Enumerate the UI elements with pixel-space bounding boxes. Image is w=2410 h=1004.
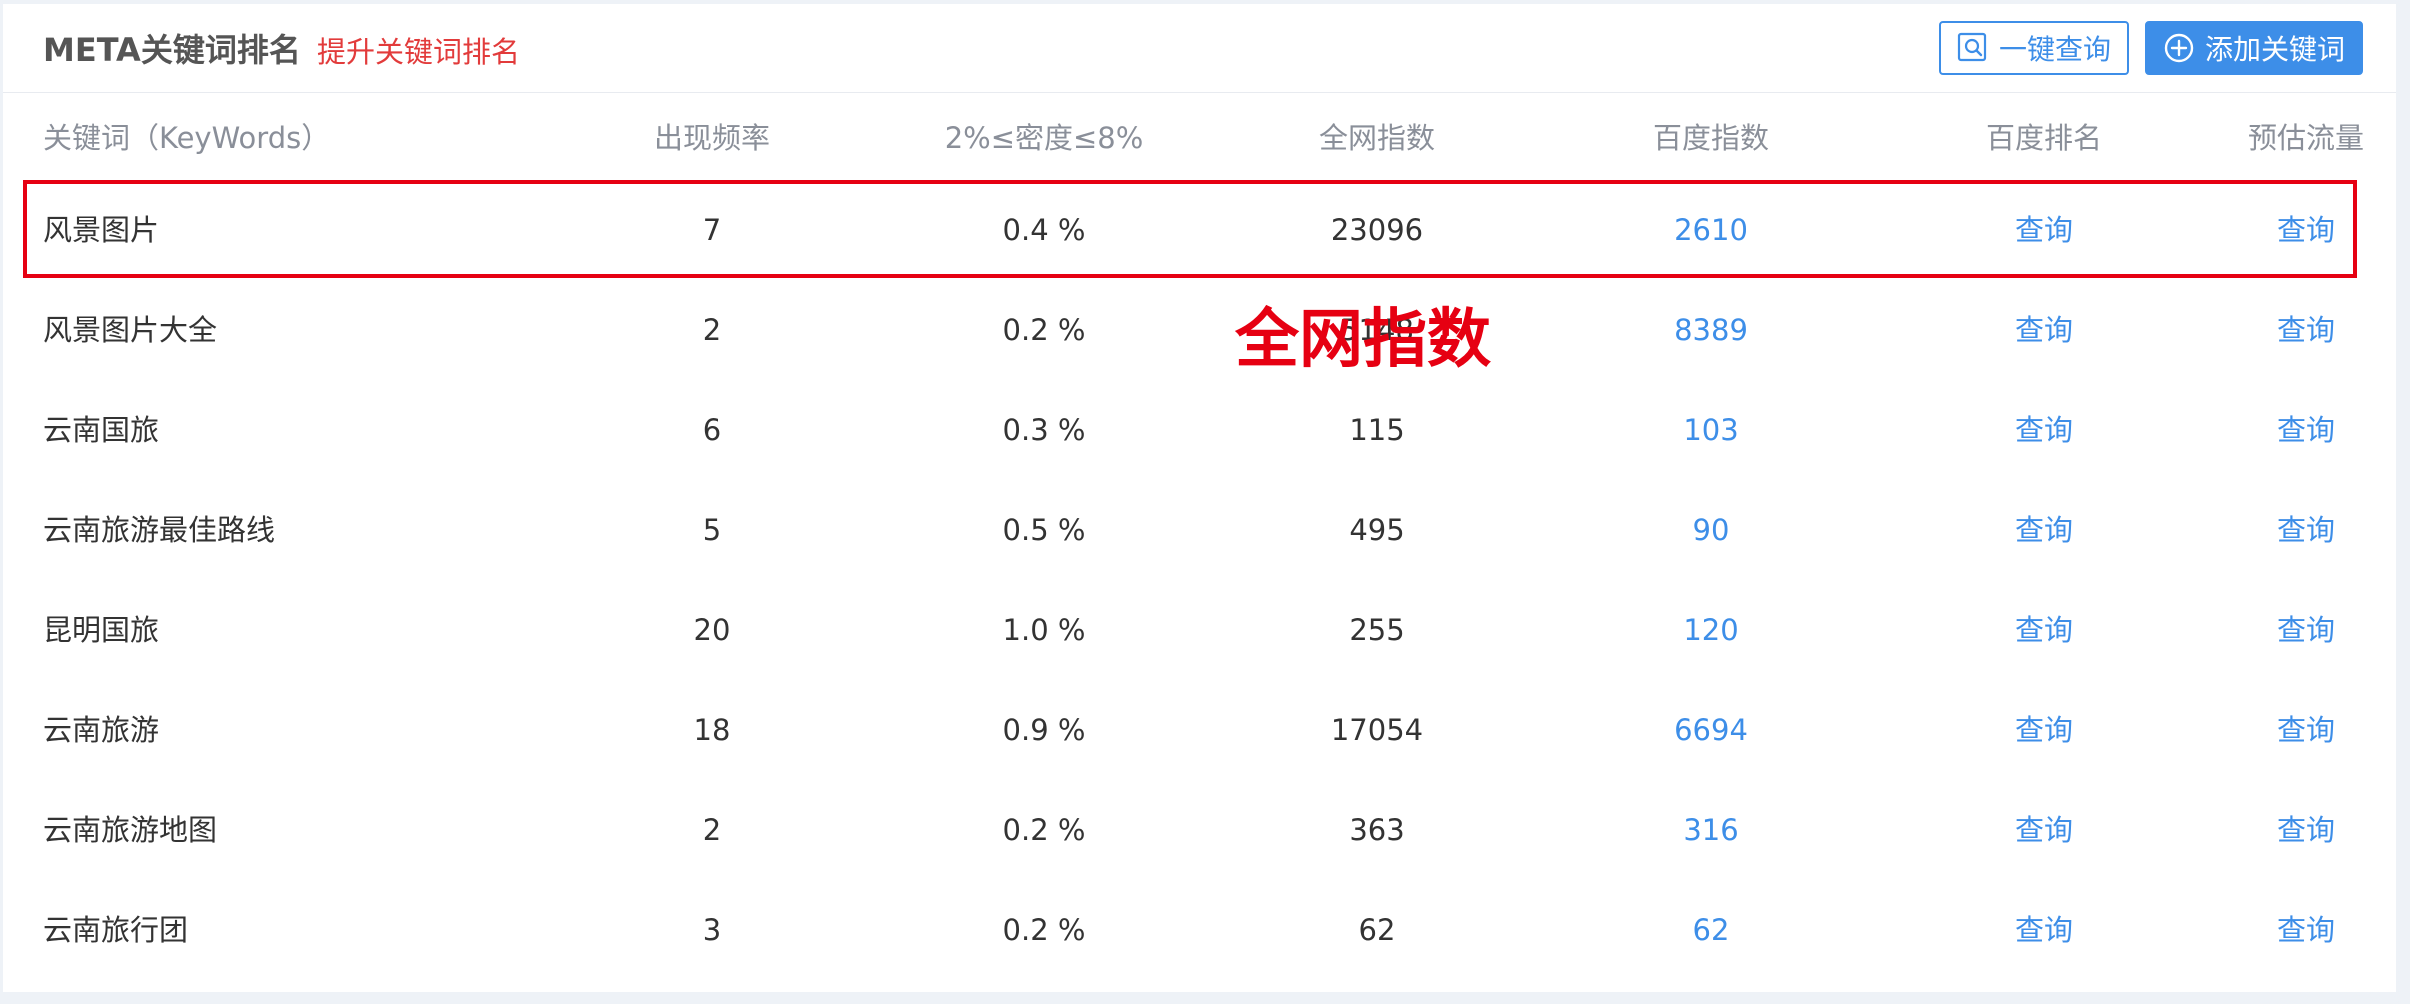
table-row: 昆明国旅 20 1.0 % 255 120 查询 查询 bbox=[3, 580, 2396, 680]
frequency-cell: 3 bbox=[702, 913, 722, 947]
net-index-cell: 62 bbox=[1358, 913, 1396, 947]
traffic-query-link[interactable]: 查询 bbox=[2206, 780, 2406, 880]
keyword-cell: 风景图片 bbox=[43, 213, 160, 247]
keyword-cell: 云南旅行团 bbox=[43, 913, 189, 947]
baidu-rank-query-link[interactable]: 查询 bbox=[1944, 480, 2144, 580]
keyword-cell: 云南旅游最佳路线 bbox=[43, 513, 276, 547]
frequency-cell: 5 bbox=[702, 513, 722, 547]
annotation-label: 全网指数 bbox=[1235, 303, 1491, 377]
improve-ranking-link[interactable]: 提升关键词排名 bbox=[317, 30, 520, 74]
density-cell: 0.2 % bbox=[1002, 913, 1086, 947]
baidu-rank-query-link[interactable]: 查询 bbox=[1944, 880, 2144, 980]
frequency-cell: 2 bbox=[702, 813, 722, 847]
traffic-query-link[interactable]: 查询 bbox=[2206, 880, 2406, 980]
traffic-query-link[interactable]: 查询 bbox=[2206, 580, 2406, 680]
add-keyword-label: 添加关键词 bbox=[2204, 33, 2345, 66]
column-header-baidu-rank: 百度排名 bbox=[1985, 121, 2102, 155]
net-index-cell: 115 bbox=[1349, 413, 1405, 447]
table-row: 云南旅游地图 2 0.2 % 363 316 查询 查询 bbox=[3, 780, 2396, 880]
one-click-query-label: 一键查询 bbox=[1998, 33, 2111, 66]
density-cell: 0.2 % bbox=[1002, 813, 1086, 847]
baidu-rank-query-link[interactable]: 查询 bbox=[1944, 380, 2144, 480]
table-row: 风景图片大全 2 0.2 % 5148 8389 查询 查询 bbox=[3, 280, 2396, 380]
keyword-cell: 风景图片大全 bbox=[43, 313, 218, 347]
keyword-cell: 云南旅游地图 bbox=[43, 813, 218, 847]
table-body: 风景图片 7 0.4 % 23096 2610 查询 查询 风景图片大全 2 0… bbox=[3, 180, 2396, 980]
plus-circle-icon bbox=[2163, 32, 2195, 64]
traffic-query-link[interactable]: 查询 bbox=[2206, 680, 2406, 780]
baidu-index-link[interactable]: 120 bbox=[1611, 580, 1811, 680]
net-index-cell: 23096 bbox=[1330, 213, 1424, 247]
column-header-net-index: 全网指数 bbox=[1318, 121, 1435, 155]
traffic-query-link[interactable]: 查询 bbox=[2206, 180, 2406, 280]
baidu-rank-query-link[interactable]: 查询 bbox=[1944, 580, 2144, 680]
column-header-baidu-index: 百度指数 bbox=[1652, 121, 1769, 155]
frequency-cell: 20 bbox=[693, 613, 731, 647]
density-cell: 0.9 % bbox=[1002, 713, 1086, 747]
column-header-density: 2%≤密度≤8% bbox=[944, 121, 1144, 155]
table-row: 风景图片 7 0.4 % 23096 2610 查询 查询 bbox=[3, 180, 2396, 280]
frequency-cell: 18 bbox=[693, 713, 731, 747]
baidu-index-link[interactable]: 6694 bbox=[1611, 680, 1811, 780]
page-title: META关键词排名 bbox=[43, 31, 301, 69]
table-row: 云南旅游 18 0.9 % 17054 6694 查询 查询 bbox=[3, 680, 2396, 780]
keyword-cell: 云南旅游 bbox=[43, 713, 160, 747]
one-click-query-button[interactable]: 一键查询 bbox=[1939, 21, 2129, 75]
table-row: 云南旅行团 3 0.2 % 62 62 查询 查询 bbox=[3, 880, 2396, 980]
density-cell: 1.0 % bbox=[1002, 613, 1086, 647]
baidu-rank-query-link[interactable]: 查询 bbox=[1944, 280, 2144, 380]
density-cell: 0.2 % bbox=[1002, 313, 1086, 347]
page-bottom-border bbox=[0, 992, 2410, 1004]
frequency-cell: 6 bbox=[702, 413, 722, 447]
baidu-rank-query-link[interactable]: 查询 bbox=[1944, 680, 2144, 780]
net-index-cell: 17054 bbox=[1330, 713, 1424, 747]
column-header-keyword: 关键词（KeyWords） bbox=[43, 121, 331, 155]
baidu-index-link[interactable]: 2610 bbox=[1611, 180, 1811, 280]
density-cell: 0.4 % bbox=[1002, 213, 1086, 247]
keyword-panel: META关键词排名 提升关键词排名 一键查询 添加关键词 关键词（KeyWord… bbox=[3, 4, 2396, 992]
net-index-cell: 255 bbox=[1349, 613, 1405, 647]
net-index-cell: 495 bbox=[1349, 513, 1405, 547]
baidu-index-link[interactable]: 103 bbox=[1611, 380, 1811, 480]
keyword-cell: 昆明国旅 bbox=[43, 613, 160, 647]
baidu-index-link[interactable]: 8389 bbox=[1611, 280, 1811, 380]
traffic-query-link[interactable]: 查询 bbox=[2206, 480, 2406, 580]
column-header-traffic: 预估流量 bbox=[2247, 121, 2364, 155]
panel-header: META关键词排名 提升关键词排名 一键查询 添加关键词 bbox=[3, 4, 2396, 93]
table-row: 云南旅游最佳路线 5 0.5 % 495 90 查询 查询 bbox=[3, 480, 2396, 580]
table-row: 云南国旅 6 0.3 % 115 103 查询 查询 bbox=[3, 380, 2396, 480]
frequency-cell: 2 bbox=[702, 313, 722, 347]
frequency-cell: 7 bbox=[702, 213, 722, 247]
baidu-index-link[interactable]: 90 bbox=[1611, 480, 1811, 580]
add-keyword-button[interactable]: 添加关键词 bbox=[2145, 21, 2363, 75]
column-header-frequency: 出现频率 bbox=[653, 121, 770, 155]
keyword-cell: 云南国旅 bbox=[43, 413, 160, 447]
traffic-query-link[interactable]: 查询 bbox=[2206, 280, 2406, 380]
table-header: 关键词（KeyWords） 出现频率 2%≤密度≤8% 全网指数 百度指数 百度… bbox=[3, 92, 2396, 184]
baidu-rank-query-link[interactable]: 查询 bbox=[1944, 180, 2144, 280]
baidu-index-link[interactable]: 62 bbox=[1611, 880, 1811, 980]
baidu-index-link[interactable]: 316 bbox=[1611, 780, 1811, 880]
density-cell: 0.3 % bbox=[1002, 413, 1086, 447]
density-cell: 0.5 % bbox=[1002, 513, 1086, 547]
traffic-query-link[interactable]: 查询 bbox=[2206, 380, 2406, 480]
net-index-cell: 363 bbox=[1349, 813, 1405, 847]
search-icon bbox=[1957, 32, 1989, 64]
baidu-rank-query-link[interactable]: 查询 bbox=[1944, 780, 2144, 880]
